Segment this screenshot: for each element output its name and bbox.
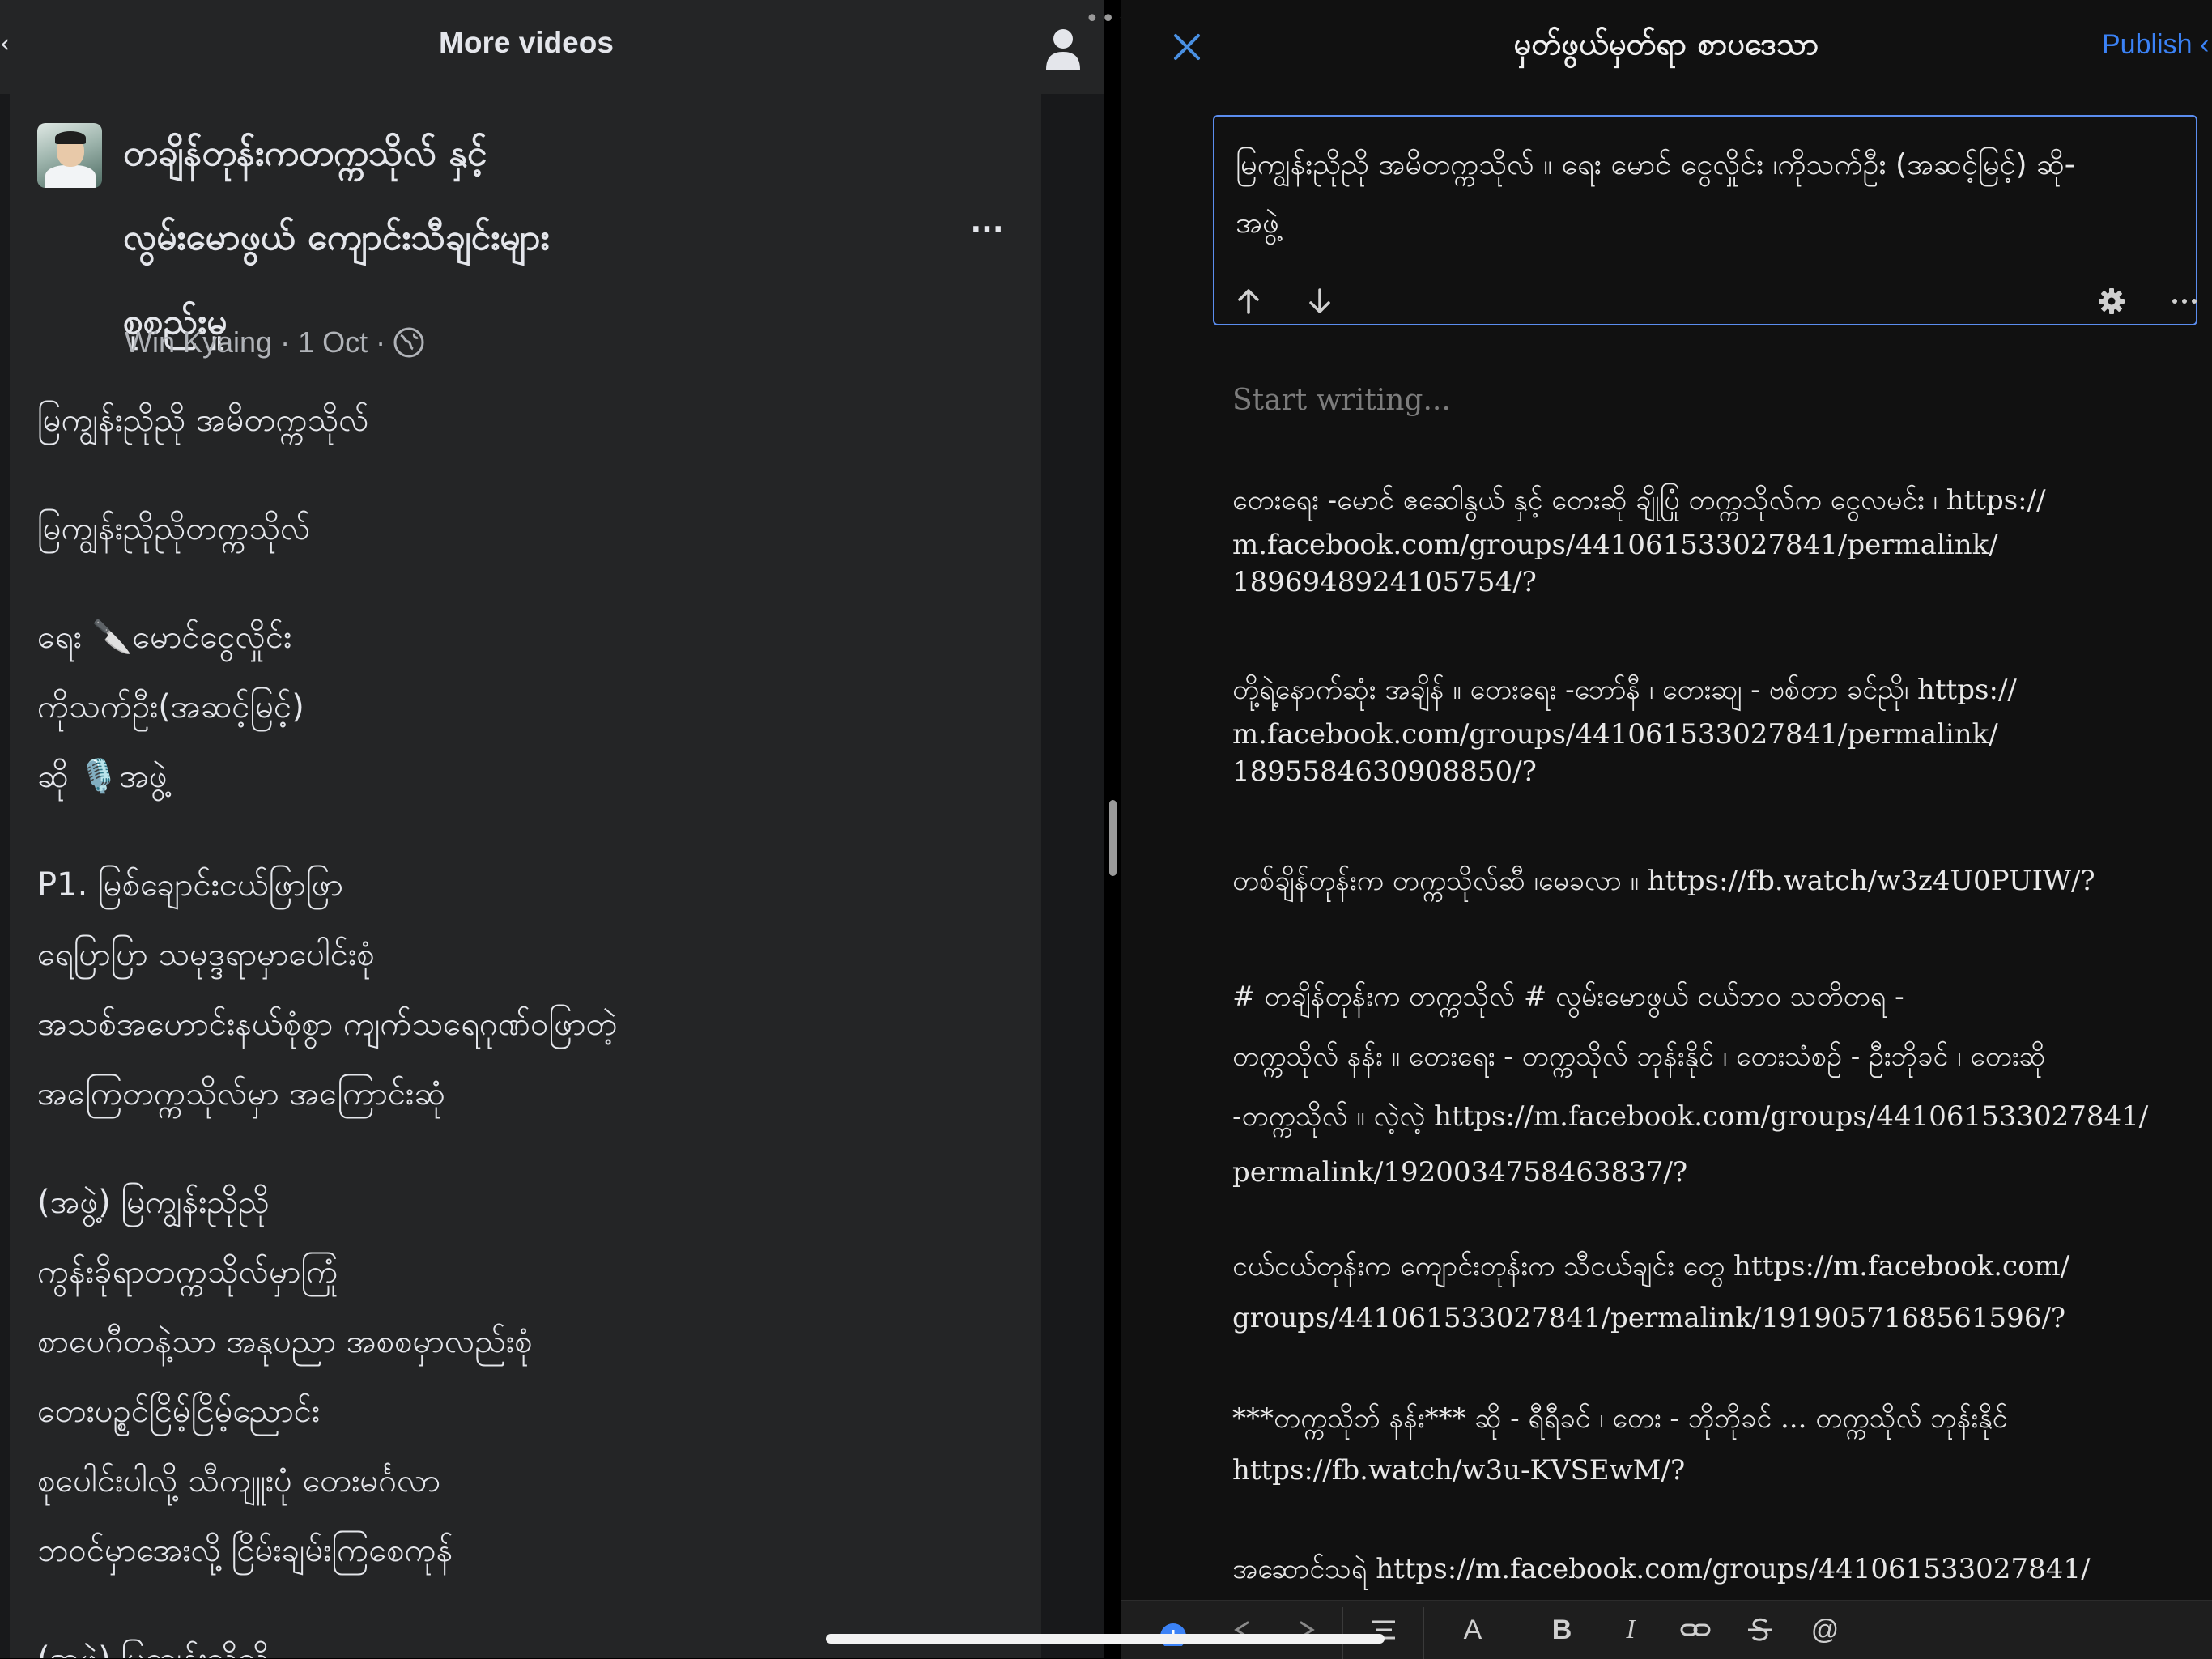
post-title-line: တချိန်တုန်းကတက္ကသိုလ် နှင့် (123, 133, 487, 174)
align-icon[interactable] (1347, 1601, 1420, 1659)
paragraph-line: groups/441061533027841/permalink/1919057… (1232, 1302, 2066, 1334)
split-view-handle[interactable] (1109, 800, 1117, 876)
paragraph-line: https://fb.watch/w3u-KVSEwM/? (1232, 1454, 1686, 1487)
post-body-line: ရေပြာပြာ သမုဒ္ဒရာမှာပေါင်းစုံ (37, 936, 375, 973)
paragraph-line: permalink/1920034758463837/? (1232, 1156, 1688, 1189)
post-body-line: မြကျွန်းညိုညိုတက္ကသိုလ် (37, 510, 311, 547)
paragraph-line: m.facebook.com/groups/441061533027841/pe… (1232, 718, 1998, 751)
paragraph-line: -တက္ကသိုလ် ။ လဲ့လဲ့ https://m.facebook.c… (1232, 1100, 2149, 1133)
meta-separator: · (376, 325, 386, 359)
selected-paragraph-block[interactable]: မြကျွန်းညိုညို အမိတက္ကသိုလ် ။ ရေး မောင် … (1213, 115, 2197, 325)
bold-button[interactable]: B (1525, 1601, 1598, 1659)
post-body-line: စုပေါင်းပါလို့ သီကျူးပုံ တေးမင်္ဂလာ (37, 1462, 441, 1499)
selected-block-line: မြကျွန်းညိုညို အမိတက္ကသိုလ် ။ ရေး မောင် … (1236, 148, 2075, 181)
paragraph-line: တက္ကသိုလ် နန်း ။ တေးရေး - တက္ကသိုလ် ဘုန်… (1232, 1040, 2046, 1073)
video-pane: ‹ More videos တချိန်တုန်းကတက္ကသိုလ် နှင့… (0, 0, 1104, 1658)
paragraph-block[interactable]: ငယ်ငယ်တုန်းက ကျောင်းတုန်းက သီငယ်ချင်း တွ… (1232, 1240, 2196, 1344)
post-title-line: လွမ်းမောဖွယ် ကျောင်းသီချင်းများ (123, 217, 550, 258)
paragraph-line: တို့ရဲ့နောက်ဆုံး အချိန် ။ တေးရေး -ဘော်နီ… (1232, 674, 2017, 706)
publish-label: Publish (2102, 29, 2193, 60)
publish-chevron-icon: ‹ (2199, 29, 2210, 60)
post-date[interactable]: 1 Oct (298, 325, 368, 359)
paragraph-block[interactable]: အဆောင်သရဲ https://m.facebook.com/groups/… (1232, 1543, 2196, 1595)
start-writing-placeholder[interactable]: Start writing... (1232, 384, 1451, 417)
editor-content[interactable]: မြကျွန်းညိုညို အမိတက္ကသိုလ် ။ ရေး မောင် … (1121, 94, 2212, 1600)
post-body: မြကျွန်းညိုညို အမိတက္ကသိုလ်မြကျွန်းညိုညိ… (37, 385, 1009, 1658)
post-body-line: မြကျွန်းညိုညို အမိတက္ကသိုလ် (37, 402, 369, 439)
redo-icon[interactable] (1274, 1601, 1339, 1659)
more-videos-title: More videos (439, 26, 614, 59)
gear-icon[interactable] (2095, 285, 2128, 317)
post-body-line: ကိုသက်ဦး(အဆင့်မြင့်) (37, 688, 304, 725)
undo-icon[interactable] (1210, 1601, 1274, 1659)
mention-button[interactable]: @ (1793, 1601, 1857, 1659)
italic-button[interactable]: I (1598, 1601, 1663, 1659)
paragraph-block[interactable]: တေးရေး -မောင် ဧဆေါနွယ် နှင့် တေးဆို ချို… (1232, 474, 2196, 601)
link-icon[interactable] (1663, 1601, 1728, 1659)
post-body-line: P1. မြစ်ချောင်းငယ်ဖြာဖြာ (37, 866, 343, 904)
paragraph-block[interactable]: ***တက္ကသိုဘ် နန်း*** ဆို - ရီရီခင် ၊ တေး… (1232, 1393, 2196, 1496)
post-body-line: ရေး 🔪မောင်ငွေလှိုင်း (37, 619, 292, 656)
post-meta: Win Kyaing · 1 Oct · (125, 322, 424, 363)
globe-icon (393, 327, 424, 358)
selected-block-line: အဖွဲ့ (1236, 206, 1279, 240)
publish-button[interactable]: Publish ‹ (2102, 29, 2209, 65)
editor-header: မှတ်ဖွယ်မှတ်ရာ စာပဒေသာ Publish ‹ (1121, 0, 2212, 94)
home-indicator[interactable] (826, 1634, 1385, 1644)
post-body-line: ဆို 🎙️အဖွဲ့ (37, 758, 168, 795)
font-style-button[interactable]: A (1428, 1601, 1517, 1659)
paragraph-block[interactable]: # တချိန်တုန်းက တက္ကသိုလ် # လွမ်းမောဖွယ် … (1232, 967, 2196, 1198)
editor-title: မှတ်ဖွယ်မှတ်ရာ စာပဒေသာ (1513, 26, 1819, 62)
paragraph-block[interactable]: တို့ရဲ့နောက်ဆုံး အချိန် ။ တေးရေး -ဘော်နီ… (1232, 664, 2196, 790)
post-body-line: အကြေတက္ကသိုလ်မှာ အကြောင်းဆုံ (37, 1075, 445, 1112)
post-more-icon[interactable]: ··· (967, 214, 1007, 246)
left-header: ‹ More videos (0, 0, 1104, 94)
paragraph-line: ငယ်ငယ်တုန်းက ကျောင်းတုန်းက သီငယ်ချင်း တွ… (1232, 1250, 2070, 1283)
post-body-line: ဘဝင်မှာအေးလို့ ငြိမ်းချမ်းကြစေကုန် (37, 1532, 453, 1569)
paragraph-line: 1896948924105754/? (1232, 566, 1537, 598)
author-name[interactable]: Win Kyaing (125, 325, 272, 359)
paragraph-line: ***တက္ကသိုဘ် နန်း*** ဆို - ရီရီခင် ၊ တေး… (1232, 1402, 2008, 1435)
block-options-icon[interactable] (2168, 285, 2201, 317)
paragraph-block[interactable]: တစ်ချိန်တုန်းက တက္ကသိုလ်ဆီ ၊မေခလာ ။ http… (1232, 855, 2196, 907)
post-card: တချိန်တုန်းကတက္ကသိုလ် နှင့် လွမ်းမောဖွယ်… (10, 94, 1041, 1658)
format-toolbar: A B I @ (1121, 1600, 2212, 1659)
strikethrough-icon[interactable] (1728, 1601, 1793, 1659)
paragraph-line: တစ်ချိန်တုန်းက တက္ကသိုလ်ဆီ ၊မေခလာ ။ http… (1232, 865, 2095, 897)
post-body-line: အသစ်အဟောင်းနယ်စုံစွာ ကျက်သရေဂုဏ်ဝဖြာတဲ့ (37, 1006, 618, 1043)
meta-separator: · (280, 325, 291, 359)
author-avatar[interactable] (37, 123, 102, 188)
selected-block-text[interactable]: မြကျွန်းညိုညို အမိတက္ကသိုလ် ။ ရေး မောင် … (1236, 136, 2183, 253)
move-down-icon[interactable] (1304, 285, 1336, 317)
post-body-line: ကွန်းခိုရာတက္ကသိုလ်မှာကြုံ (37, 1253, 338, 1291)
move-up-icon[interactable] (1232, 285, 1265, 317)
paragraph-line: # တချိန်တုန်းက တက္ကသိုလ် # လွမ်းမောဖွယ် … (1232, 981, 1904, 1013)
post-body-line: စာပေဂီတနဲ့သာ အနုပညာ အစစမှာလည်းစုံ (37, 1323, 533, 1360)
paragraph-line: 1895584630908850/? (1232, 755, 1537, 788)
post-body-line: တေးပဥ္စင်ငြိမ့်ငြိမ့်ညောင်း (37, 1393, 321, 1430)
add-block-icon[interactable] (1137, 1601, 1210, 1659)
editor-pane: မှတ်ဖွယ်မှတ်ရာ စာပဒေသာ Publish ‹ မြကျွန်… (1121, 0, 2212, 1658)
profile-icon[interactable] (1044, 28, 1082, 70)
paragraph-line: m.facebook.com/groups/441061533027841/pe… (1232, 529, 1998, 561)
post-body-line: (အဖွဲ့) မြကျွန်းညိုညို (37, 1184, 270, 1221)
paragraph-line: အဆောင်သရဲ https://m.facebook.com/groups/… (1232, 1553, 2091, 1585)
paragraph-line: တေးရေး -မောင် ဧဆေါနွယ် နှင့် တေးဆို ချို… (1232, 484, 2046, 517)
